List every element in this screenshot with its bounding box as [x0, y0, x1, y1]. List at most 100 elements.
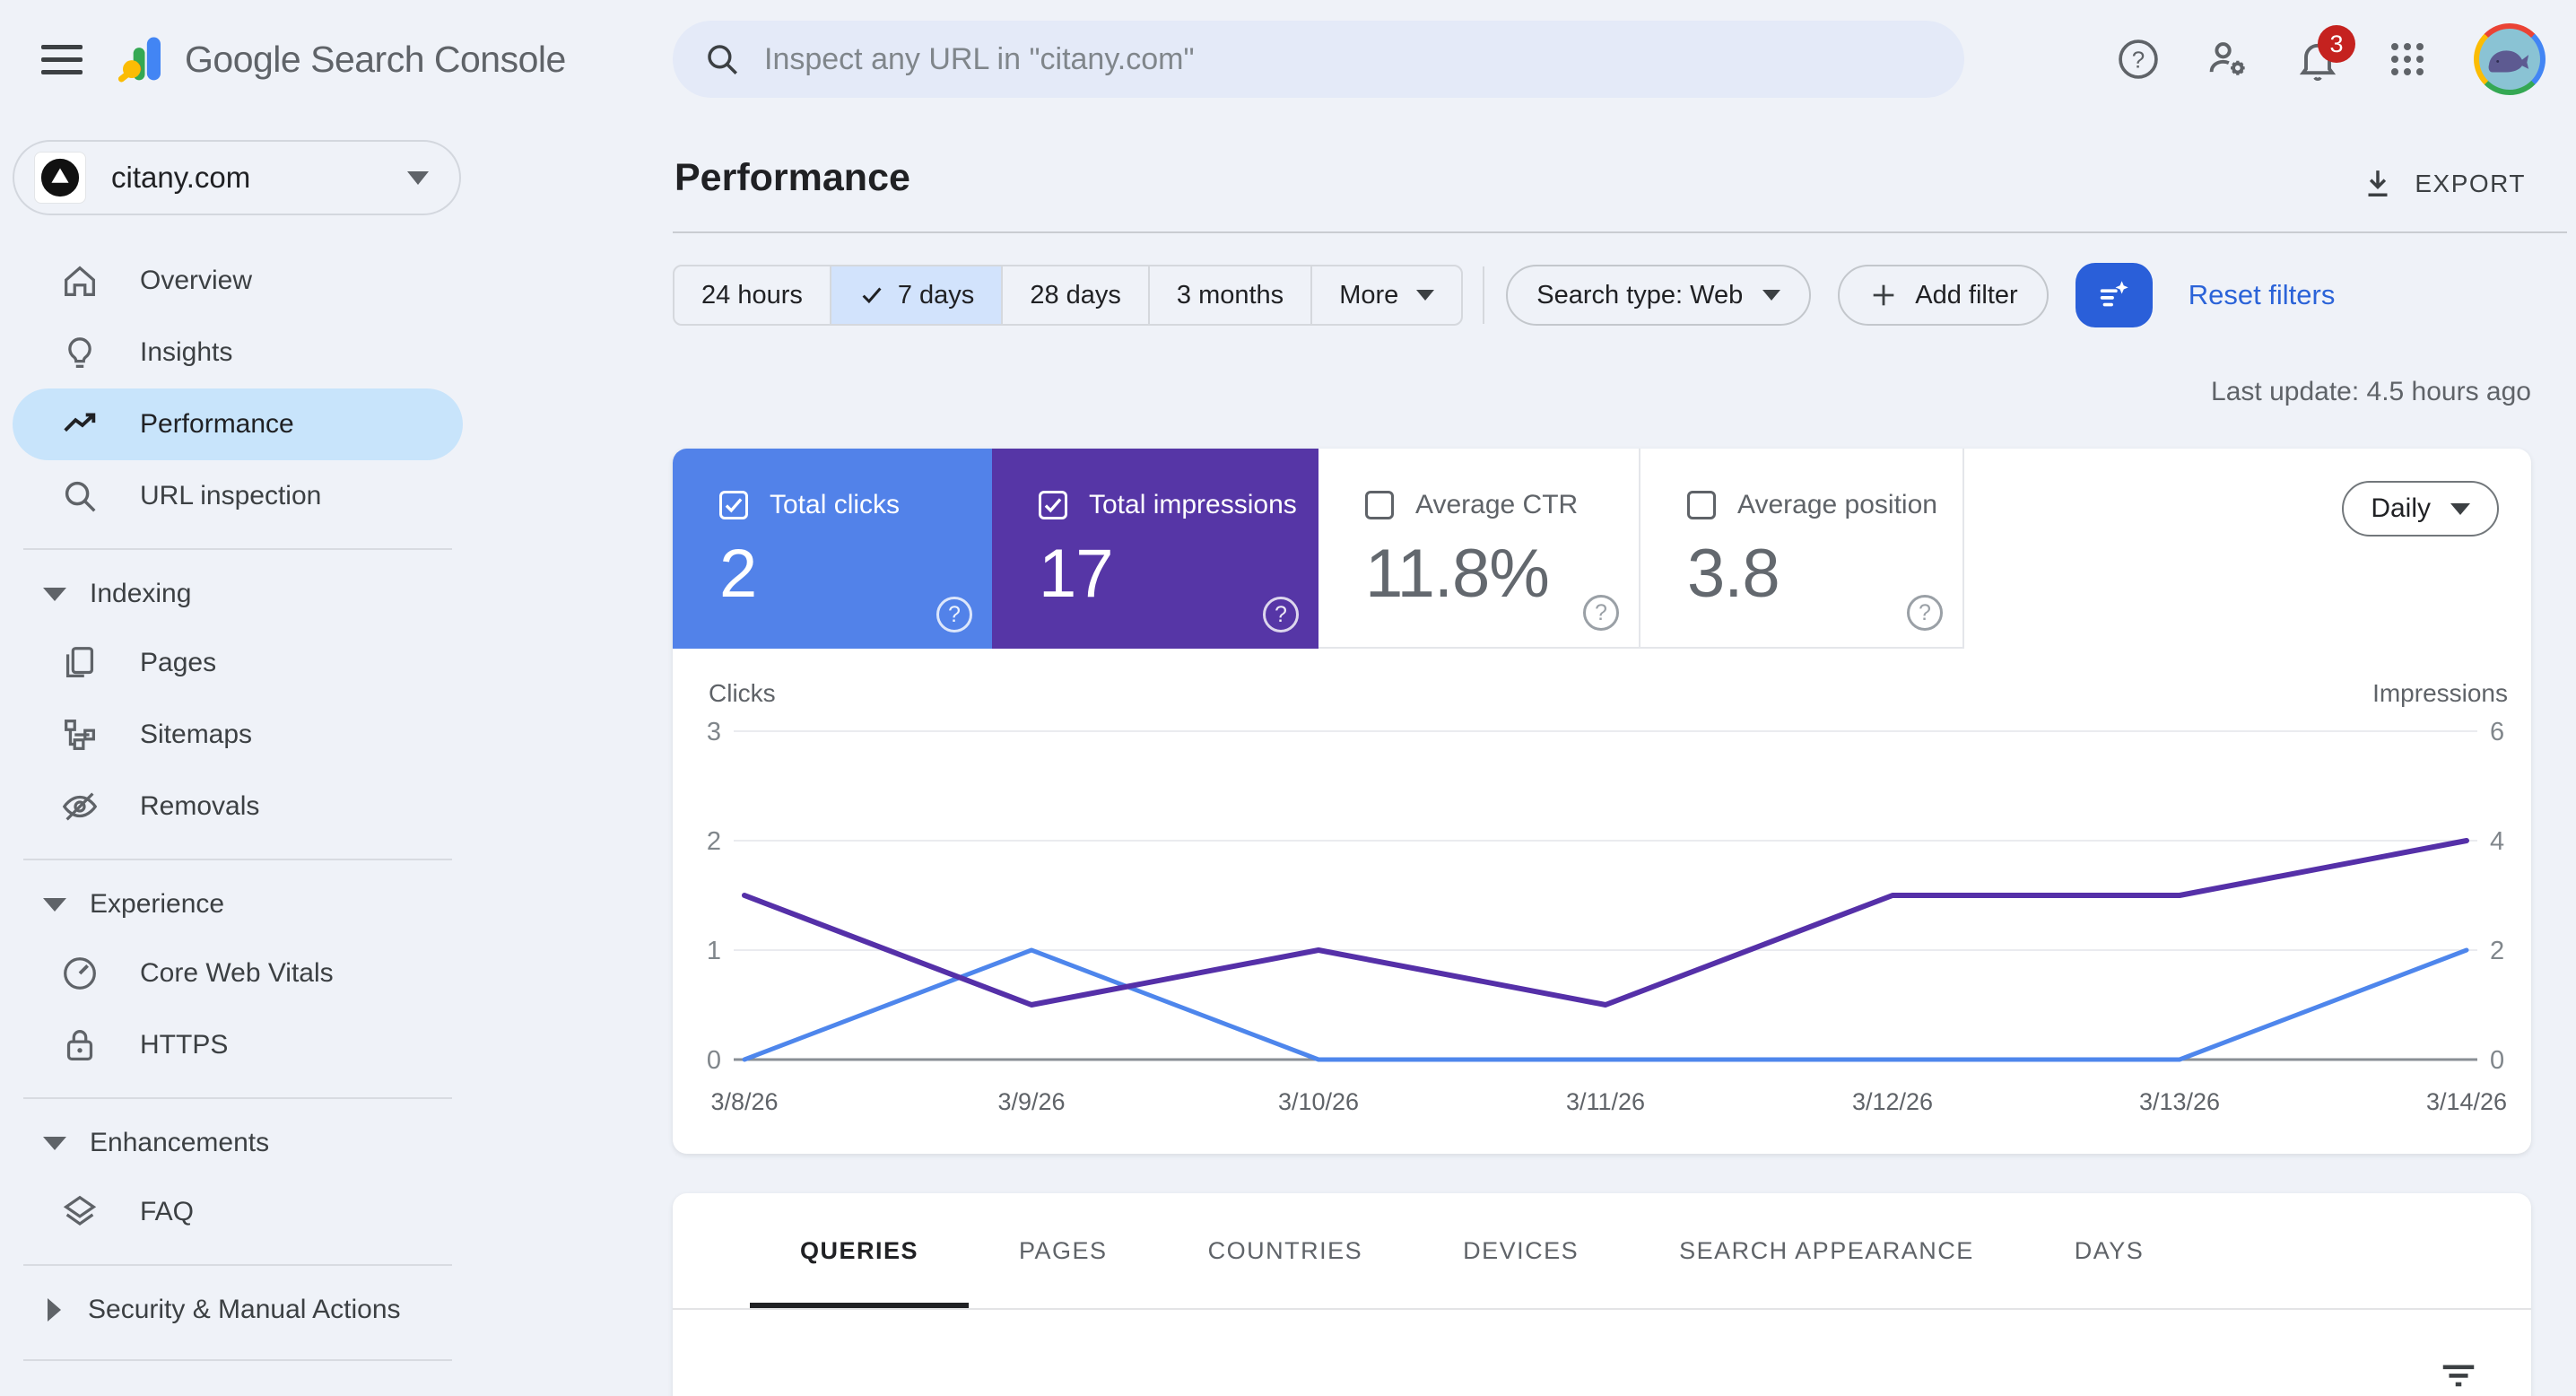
- add-filter-button[interactable]: Add filter: [1838, 265, 2049, 326]
- svg-text:3/8/26: 3/8/26: [710, 1088, 778, 1115]
- search-console-logo-icon: [117, 37, 161, 83]
- pages-icon: [59, 642, 100, 684]
- tab-devices[interactable]: DEVICES: [1413, 1193, 1629, 1308]
- sidebar-item-faq[interactable]: FAQ: [0, 1176, 475, 1248]
- account-avatar[interactable]: [2474, 23, 2546, 95]
- checkbox-unchecked-icon[interactable]: [1687, 491, 1716, 519]
- dimension-tabs: QUERIES PAGES COUNTRIES DEVICES SEARCH A…: [673, 1193, 2531, 1310]
- app-title: Google Search Console: [185, 38, 566, 80]
- sidebar-item-label: Insights: [140, 337, 233, 367]
- sidebar-section-experience[interactable]: Experience: [0, 871, 475, 938]
- left-axis-title: Clicks: [709, 679, 776, 707]
- svg-text:6: 6: [2490, 718, 2504, 746]
- export-button[interactable]: EXPORT: [2359, 165, 2526, 203]
- average-ctr-tile[interactable]: Average CTR 11.8% ?: [1318, 449, 1639, 649]
- sidebar-item-https[interactable]: HTTPS: [0, 1009, 475, 1081]
- help-button[interactable]: ?: [2115, 36, 2162, 83]
- svg-text:0: 0: [2490, 1046, 2504, 1075]
- average-position-tile[interactable]: Average position 3.8 ?: [1639, 449, 1964, 649]
- help-icon[interactable]: ?: [936, 597, 972, 633]
- sidebar-section-label: Experience: [90, 889, 225, 919]
- range-7-days[interactable]: 7 days: [831, 266, 1004, 324]
- sidebar-item-insights[interactable]: Insights: [0, 317, 475, 388]
- tab-days[interactable]: DAYS: [2024, 1193, 2195, 1308]
- tab-pages[interactable]: PAGES: [969, 1193, 1158, 1308]
- tab-search-appearance[interactable]: SEARCH APPEARANCE: [1629, 1193, 2024, 1308]
- sidebar-item-performance[interactable]: Performance: [13, 388, 463, 460]
- help-icon[interactable]: ?: [1583, 595, 1619, 631]
- topbar: Google Search Console ?: [0, 0, 2576, 118]
- total-clicks-tile[interactable]: Total clicks 2 ?: [673, 449, 992, 649]
- sidebar-item-label: Removals: [140, 791, 260, 821]
- range-28-days[interactable]: 28 days: [1003, 266, 1150, 324]
- interval-dropdown[interactable]: Daily: [2342, 481, 2499, 537]
- sidebar-item-pages[interactable]: Pages: [0, 627, 475, 699]
- table-filter-button[interactable]: [2438, 1355, 2479, 1396]
- total-impressions-tile[interactable]: Total impressions 17 ?: [992, 449, 1318, 649]
- tab-countries[interactable]: COUNTRIES: [1158, 1193, 1414, 1308]
- last-update-text: Last update: 4.5 hours ago: [2211, 377, 2531, 406]
- reset-filters-link[interactable]: Reset filters: [2189, 279, 2336, 311]
- sidebar-section-enhancements[interactable]: Enhancements: [0, 1110, 475, 1176]
- range-3-months[interactable]: 3 months: [1150, 266, 1313, 324]
- sidebar-item-url-inspection[interactable]: URL inspection: [0, 460, 475, 532]
- tab-queries[interactable]: QUERIES: [750, 1193, 969, 1308]
- avatar-whale-image: [2479, 29, 2540, 90]
- svg-text:0: 0: [707, 1046, 721, 1075]
- checkbox-unchecked-icon[interactable]: [1365, 491, 1394, 519]
- search-type-filter[interactable]: Search type: Web: [1506, 265, 1812, 326]
- divider: [23, 548, 452, 550]
- apps-grid-icon: [2391, 43, 2424, 75]
- sidebar-section-label: Enhancements: [90, 1128, 270, 1157]
- url-inspect-searchbar[interactable]: [673, 21, 1964, 98]
- site-favicon: [34, 152, 86, 204]
- range-label: 24 hours: [701, 280, 803, 310]
- user-settings-button[interactable]: [2205, 36, 2251, 83]
- divider: [23, 1359, 452, 1361]
- sidebar-item-core-web-vitals[interactable]: Core Web Vitals: [0, 938, 475, 1009]
- search-input[interactable]: [764, 41, 1934, 77]
- chevron-down-icon: [1762, 290, 1781, 301]
- checkbox-checked-icon[interactable]: [1039, 491, 1067, 519]
- app-logo[interactable]: Google Search Console: [117, 22, 566, 97]
- divider: [23, 859, 452, 860]
- range-more-dropdown[interactable]: More: [1312, 266, 1461, 324]
- range-label: 7 days: [897, 280, 975, 310]
- search-icon: [708, 45, 737, 74]
- sidebar-section-indexing[interactable]: Indexing: [0, 561, 475, 627]
- svg-text:3/12/26: 3/12/26: [1852, 1088, 1933, 1115]
- help-icon[interactable]: ?: [1263, 597, 1299, 633]
- metric-label: Total clicks: [770, 490, 901, 519]
- sidebar-item-overview[interactable]: Overview: [0, 245, 475, 317]
- range-label: 28 days: [1030, 280, 1121, 310]
- property-domain: citany.com: [111, 161, 251, 194]
- metric-label: Total impressions: [1089, 490, 1297, 519]
- divider: [23, 1264, 452, 1266]
- sidebar: citany.com Overview Insights Performance…: [0, 118, 475, 1396]
- divider: [1483, 266, 1485, 324]
- performance-chart: 0 1 2 3 0 2 4 6 Clicks Impressions 3/8/26 3/9/26 3/1…: [707, 664, 2511, 1130]
- sidebar-item-sitemaps[interactable]: Sitemaps: [0, 699, 475, 771]
- sidebar-item-label: Core Web Vitals: [140, 958, 334, 988]
- chevron-collapsed-icon: [48, 1298, 61, 1322]
- sidebar-item-label: FAQ: [140, 1197, 195, 1226]
- property-selector[interactable]: citany.com: [13, 140, 461, 215]
- divider: [673, 231, 2567, 233]
- notifications-button[interactable]: 3: [2294, 25, 2355, 83]
- page-title: Performance: [674, 156, 910, 199]
- google-apps-button[interactable]: [2384, 36, 2431, 83]
- chevron-down-icon: [2450, 502, 2470, 515]
- help-icon: ?: [2119, 39, 2158, 79]
- search-type-label: Search type: Web: [1536, 280, 1744, 310]
- sidebar-section-security-manual-actions[interactable]: Security & Manual Actions: [0, 1277, 475, 1343]
- filter-bar: 24 hours 7 days 28 days 3 months More Se…: [673, 263, 2336, 327]
- right-axis-title: Impressions: [2372, 679, 2508, 707]
- checkbox-checked-icon[interactable]: [719, 491, 748, 519]
- range-24-hours[interactable]: 24 hours: [674, 266, 831, 324]
- menu-icon[interactable]: [41, 39, 83, 79]
- filter-settings-button[interactable]: [2075, 263, 2153, 327]
- check-icon: [862, 287, 882, 304]
- help-icon[interactable]: ?: [1907, 595, 1943, 631]
- sidebar-item-removals[interactable]: Removals: [0, 771, 475, 842]
- trending-up-icon: [59, 404, 100, 445]
